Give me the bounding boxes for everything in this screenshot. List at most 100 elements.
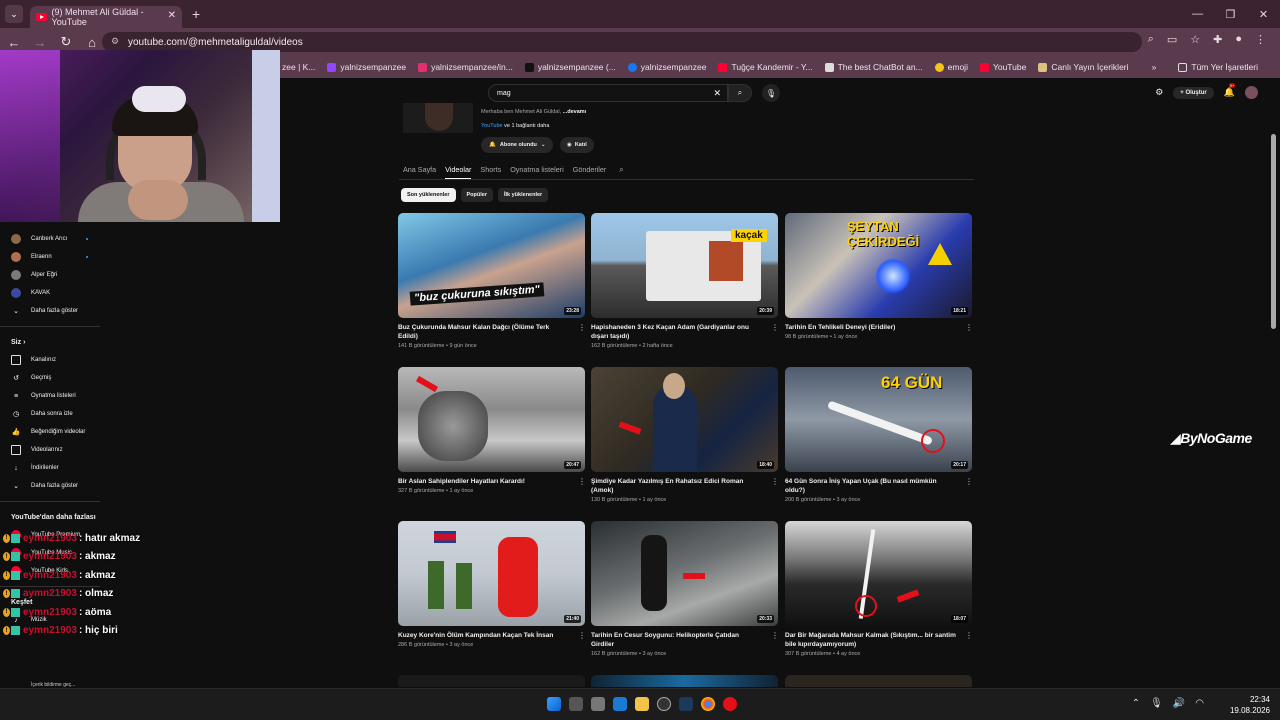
all-bookmarks[interactable]: » Tüm Yer İşaretleri [1152,62,1258,72]
more-options-icon[interactable]: ⋮ [965,323,973,332]
close-tab-icon[interactable]: ✕ [168,10,176,21]
mic-icon[interactable]: 🎙 [1150,698,1163,709]
video-card-partial[interactable] [785,675,973,687]
more-options-icon[interactable]: ⋮ [771,477,779,486]
video-card[interactable]: 20:33 Tarihin En Cesur Soygunu: Helikopt… [591,521,779,657]
voice-search-button[interactable]: 🎙 [762,84,780,102]
gear-icon[interactable]: ⚙ [1155,87,1163,98]
tab-playlists[interactable]: Oynatma listeleri [510,165,564,179]
bookmark-item[interactable]: YouTube [979,62,1026,72]
clear-search-icon[interactable]: ✕ [713,88,721,99]
bookmark-item[interactable]: The best ChatBot an... [824,62,923,72]
video-thumbnail[interactable]: 18:40 [591,367,778,472]
video-thumbnail[interactable] [785,675,972,687]
back-arrow-icon[interactable]: ← [2,35,26,50]
sidebar-show-more[interactable]: ⌄ Daha fazla göster [0,477,100,495]
more-options-icon[interactable]: ⋮ [965,631,973,640]
sidebar-you-heading[interactable]: Siz › [0,333,100,351]
video-thumbnail[interactable]: 20:47 [398,367,585,472]
join-button[interactable]: ◉ Katıl [560,137,594,153]
volume-icon[interactable]: 🔊 [1173,698,1185,709]
video-thumbnail[interactable] [591,675,778,687]
more-options-icon[interactable]: ⋮ [771,631,779,640]
app-icon[interactable] [723,697,737,711]
video-card[interactable]: 21:40 Kuzey Kore'nin Ölüm Kampından Kaça… [398,521,586,648]
sidebar-item-watch-later[interactable]: ◷ Daha sonra izle [0,405,100,423]
video-title[interactable]: Bir Aslan Sahiplendiler Hayatları Karard… [398,477,570,486]
chevron-up-icon[interactable]: ⌃ [1132,698,1140,709]
tab-posts[interactable]: Gönderiler [573,165,607,179]
video-thumbnail[interactable]: kaçak 20:39 [591,213,778,318]
video-thumbnail[interactable] [398,675,585,687]
wifi-icon[interactable]: ◠ [1195,698,1204,709]
video-title[interactable]: Hapishaneden 3 Kez Kaçan Adam (Gardiyanl… [591,323,763,341]
sidebar-sub-item[interactable]: Canberk Arıcı [0,230,100,248]
video-card[interactable]: 20:47 Bir Aslan Sahiplendiler Hayatları … [398,367,586,494]
more-options-icon[interactable]: ⋮ [965,477,973,486]
tab-home[interactable]: Ana Sayfa [403,165,436,179]
minimize-icon[interactable]: — [1181,0,1214,28]
channel-description[interactable]: Merhaba ben Mehmet Ali Güldal, ...devamı [481,109,586,115]
create-button[interactable]: + Oluştur [1173,86,1214,99]
video-thumbnail[interactable]: 21:40 [398,521,585,626]
video-title[interactable]: Kuzey Kore'nin Ölüm Kampından Kaçan Tek … [398,631,570,640]
sidebar-item-history[interactable]: ↺ Geçmiş [0,369,100,387]
sidebar-sub-item[interactable]: KAVAK [0,284,100,302]
bookmark-item[interactable]: yalnizsempanzee [627,62,706,72]
channel-links[interactable]: YouTube ve 1 bağlantı daha [481,123,549,129]
subscribed-button[interactable]: 🔔 Abone olundu ⌄ [481,137,554,153]
zoom-icon[interactable]: ⌕ [1148,33,1154,46]
url-input[interactable]: ⚙ youtube.com/@mehmetaliguldal/videos [102,32,1142,52]
page-scrollbar[interactable] [1271,134,1276,329]
menu-kebab-icon[interactable]: ⋮ [1255,33,1266,46]
restore-icon[interactable]: ❐ [1214,0,1247,28]
start-icon[interactable] [547,697,561,711]
sidebar-item-playlists[interactable]: ≡ Oynatma listeleri [0,387,100,405]
site-info-icon[interactable]: ⚙ [111,36,119,47]
reload-icon[interactable]: ↻ [54,34,78,50]
video-card[interactable]: ŞEYTAN ÇEKİRDEĞİ 18:21 Tarihin En Tehlik… [785,213,973,340]
video-card-partial[interactable] [398,675,586,687]
video-card[interactable]: 18:07 Dar Bir Mağarada Mahsur Kalmak (Sı… [785,521,973,657]
widgets-icon[interactable] [613,697,627,711]
search-button[interactable]: ⌕ [728,84,752,102]
video-card[interactable]: 18:40 Şimdiye Kadar Yazılmış En Rahatsız… [591,367,779,503]
more-options-icon[interactable]: ⋮ [771,323,779,332]
bookmark-item[interactable]: zee | K... [282,62,315,72]
video-card-partial[interactable] [591,675,779,687]
bookmark-item[interactable]: yalnizsempanzee (... [524,62,616,72]
video-card[interactable]: kaçak 20:39 Hapishaneden 3 Kez Kaçan Ada… [591,213,779,349]
sidebar-item-your-videos[interactable]: Videolarınız [0,441,100,459]
search-icon[interactable] [569,697,583,711]
extensions-icon[interactable]: ✚ [1213,33,1222,46]
sidebar-item-liked[interactable]: 👍 Beğendiğim videolar [0,423,100,441]
account-avatar[interactable] [1245,86,1258,99]
channel-avatar[interactable] [403,103,473,133]
video-thumbnail[interactable]: 20:33 [591,521,778,626]
more-options-icon[interactable]: ⋮ [578,323,586,332]
video-card[interactable]: 64 GÜN 20:17 64 Gün Sonra İniş Yapan Uça… [785,367,973,503]
bookmark-item[interactable]: emoji [934,62,968,72]
bookmark-star-icon[interactable]: ☆ [1190,33,1200,46]
sidebar-item-downloads[interactable]: ↓ İndirilenler [0,459,100,477]
video-title[interactable]: Şimdiye Kadar Yazılmış En Rahatsız Edici… [591,477,763,495]
system-clock[interactable]: 22:34 19.08.2026 [1230,694,1270,716]
close-window-icon[interactable]: ✕ [1247,0,1280,28]
video-thumbnail[interactable]: 18:07 [785,521,972,626]
video-thumbnail[interactable]: ŞEYTAN ÇEKİRDEĞİ 18:21 [785,213,972,318]
chrome-icon[interactable] [701,697,715,711]
video-thumbnail[interactable]: "buz çukuruna sıkıştım" 23:28 [398,213,585,318]
video-title[interactable]: Tarihin En Tehlikeli Deneyi (Eridiler) [785,323,957,332]
forward-arrow-icon[interactable]: → [28,35,52,50]
bookmark-item[interactable]: Canlı Yayın İçerikleri [1038,62,1129,72]
file-explorer-icon[interactable] [635,697,649,711]
sidebar-sub-item[interactable]: Elraenn [0,248,100,266]
tab-search-button[interactable]: ⌄ [5,5,23,23]
search-input[interactable]: mag ✕ [488,84,728,102]
task-view-icon[interactable] [591,697,605,711]
chip-oldest[interactable]: İlk yüklenenler [497,188,549,202]
more-options-icon[interactable]: ⋮ [578,477,586,486]
chip-latest[interactable]: Son yüklenenler [401,188,456,202]
video-title[interactable]: 64 Gün Sonra İniş Yapan Uçak (Bu nasıl m… [785,477,957,495]
video-thumbnail[interactable]: 64 GÜN 20:17 [785,367,972,472]
